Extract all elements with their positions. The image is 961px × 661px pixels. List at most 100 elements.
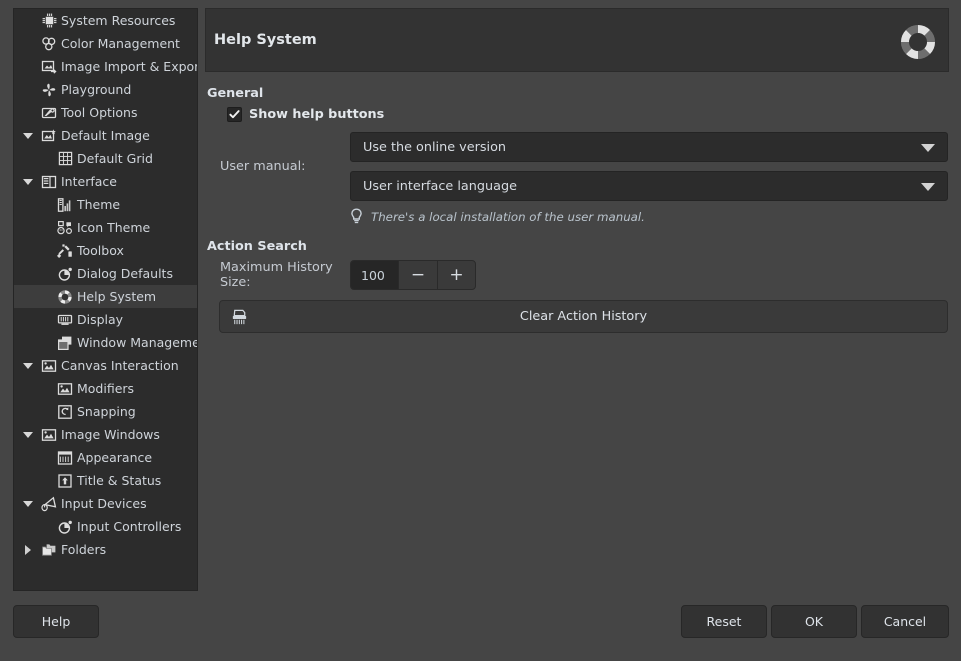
max-history-stepper[interactable]: 100 − +: [350, 260, 476, 290]
sidebar-item-color-management[interactable]: Color Management: [14, 32, 197, 55]
canvas-interaction-icon: [40, 357, 58, 375]
sidebar-item-snapping[interactable]: Snapping: [14, 400, 197, 423]
sidebar-item-label: Default Grid: [77, 151, 153, 166]
snapping-icon: [56, 403, 74, 421]
chevron-down-icon[interactable]: [20, 432, 36, 438]
sidebar-item-default-image[interactable]: Default Image: [14, 124, 197, 147]
max-history-label: Maximum History Size:: [220, 260, 350, 290]
reset-button[interactable]: Reset: [681, 605, 767, 638]
sidebar-item-label: Title & Status: [77, 473, 161, 488]
sidebar-item-playground[interactable]: Playground: [14, 78, 197, 101]
preferences-sidebar[interactable]: System Resources Color Management Image Im…: [13, 8, 198, 591]
sidebar-item-label: Toolbox: [77, 243, 124, 258]
sidebar-item-label: Help System: [77, 289, 156, 304]
max-history-input[interactable]: 100: [351, 261, 399, 289]
chevron-down-icon[interactable]: [20, 133, 36, 139]
sidebar-item-label: Window Management: [77, 335, 198, 350]
sidebar-item-title-status[interactable]: Title & Status: [14, 469, 197, 492]
chevron-down-icon[interactable]: [20, 363, 36, 369]
checkmark-icon: [229, 109, 240, 120]
sidebar-item-label: Default Image: [61, 128, 150, 143]
help-button[interactable]: Help: [13, 605, 99, 638]
sidebar-item-input-controllers[interactable]: Input Controllers: [14, 515, 197, 538]
sidebar-item-label: Modifiers: [77, 381, 134, 396]
panel-content: General Show help buttons User manual: U…: [205, 86, 949, 333]
sidebar-item-image-import-export[interactable]: Image Import & Export: [14, 55, 197, 78]
preferences-tree[interactable]: System Resources Color Management Image Im…: [14, 9, 197, 561]
sidebar-item-label: Icon Theme: [77, 220, 150, 235]
language-value: User interface language: [363, 179, 517, 194]
user-manual-combobox[interactable]: Use the online version: [350, 132, 948, 162]
modifiers-icon: [56, 380, 74, 398]
system-resources-icon: [40, 12, 58, 30]
max-history-increment-button[interactable]: +: [437, 261, 475, 289]
chevron-right-icon[interactable]: [20, 545, 36, 555]
lightbulb-icon: [350, 208, 363, 225]
sidebar-item-display[interactable]: Display: [14, 308, 197, 331]
show-help-buttons-checkbox[interactable]: [227, 107, 242, 122]
dialog-defaults-icon: [56, 265, 74, 283]
title-status-icon: [56, 472, 74, 490]
sidebar-item-default-grid[interactable]: Default Grid: [14, 147, 197, 170]
sidebar-item-label: Color Management: [61, 36, 180, 51]
user-manual-hint: There's a local installation of the user…: [350, 208, 949, 225]
sidebar-item-label: Input Controllers: [77, 519, 181, 534]
chevron-down-icon[interactable]: [20, 179, 36, 185]
sidebar-item-label: Input Devices: [61, 496, 147, 511]
sidebar-item-label: Folders: [61, 542, 106, 557]
clear-action-history-button[interactable]: Clear Action History: [219, 300, 948, 333]
chevron-down-icon[interactable]: [20, 501, 36, 507]
shredder-icon: [230, 308, 249, 327]
life-ring-icon: [898, 22, 938, 62]
sidebar-item-label: Display: [77, 312, 123, 327]
chevron-down-icon: [921, 183, 935, 191]
sidebar-item-modifiers[interactable]: Modifiers: [14, 377, 197, 400]
sidebar-item-toolbox[interactable]: Toolbox: [14, 239, 197, 262]
grid-icon: [56, 150, 74, 168]
playground-icon: [40, 81, 58, 99]
input-controllers-icon: [56, 518, 74, 536]
window-management-icon: [56, 334, 74, 352]
max-history-decrement-button[interactable]: −: [399, 261, 437, 289]
sidebar-item-label: Dialog Defaults: [77, 266, 173, 281]
show-help-buttons-row[interactable]: Show help buttons: [227, 107, 949, 122]
page-title: Help System: [214, 32, 317, 48]
user-manual-row: User manual: Use the online version User…: [205, 132, 949, 201]
user-manual-combo-group: Use the online version User interface la…: [350, 132, 948, 201]
ok-button[interactable]: OK: [771, 605, 857, 638]
sidebar-item-canvas-interaction[interactable]: Canvas Interaction: [14, 354, 197, 377]
sidebar-item-window-management[interactable]: Window Management: [14, 331, 197, 354]
toolbox-icon: [56, 242, 74, 260]
sidebar-item-label: Appearance: [77, 450, 152, 465]
sidebar-item-input-devices[interactable]: Input Devices: [14, 492, 197, 515]
language-combobox[interactable]: User interface language: [350, 171, 948, 201]
appearance-icon: [56, 449, 74, 467]
tool-options-icon: [40, 104, 58, 122]
sidebar-item-tool-options[interactable]: Tool Options: [14, 101, 197, 124]
sidebar-item-icon-theme[interactable]: Icon Theme: [14, 216, 197, 239]
sidebar-item-system-resources[interactable]: System Resources: [14, 9, 197, 32]
sidebar-item-folders[interactable]: Folders: [14, 538, 197, 561]
icon-theme-icon: [56, 219, 74, 237]
import-export-icon: [40, 58, 58, 76]
sidebar-item-label: Interface: [61, 174, 117, 189]
sidebar-item-label: Image Import & Export: [61, 59, 198, 74]
sidebar-item-theme[interactable]: Theme: [14, 193, 197, 216]
sidebar-item-image-windows[interactable]: Image Windows: [14, 423, 197, 446]
sidebar-item-interface[interactable]: Interface: [14, 170, 197, 193]
sidebar-item-label: Image Windows: [61, 427, 160, 442]
sidebar-item-dialog-defaults[interactable]: Dialog Defaults: [14, 262, 197, 285]
user-manual-label: User manual:: [220, 159, 350, 174]
help-system-icon: [56, 288, 74, 306]
sidebar-item-label: Snapping: [77, 404, 136, 419]
dialog-footer: Help Reset OK Cancel: [0, 591, 961, 661]
sidebar-item-label: Canvas Interaction: [61, 358, 179, 373]
show-help-buttons-label: Show help buttons: [249, 107, 384, 122]
display-icon: [56, 311, 74, 329]
clear-action-history-label: Clear Action History: [520, 309, 647, 324]
cancel-button[interactable]: Cancel: [861, 605, 949, 638]
image-windows-icon: [40, 426, 58, 444]
preferences-main-panel: Help System General: [205, 8, 949, 591]
sidebar-item-appearance[interactable]: Appearance: [14, 446, 197, 469]
sidebar-item-help-system[interactable]: Help System: [14, 285, 197, 308]
